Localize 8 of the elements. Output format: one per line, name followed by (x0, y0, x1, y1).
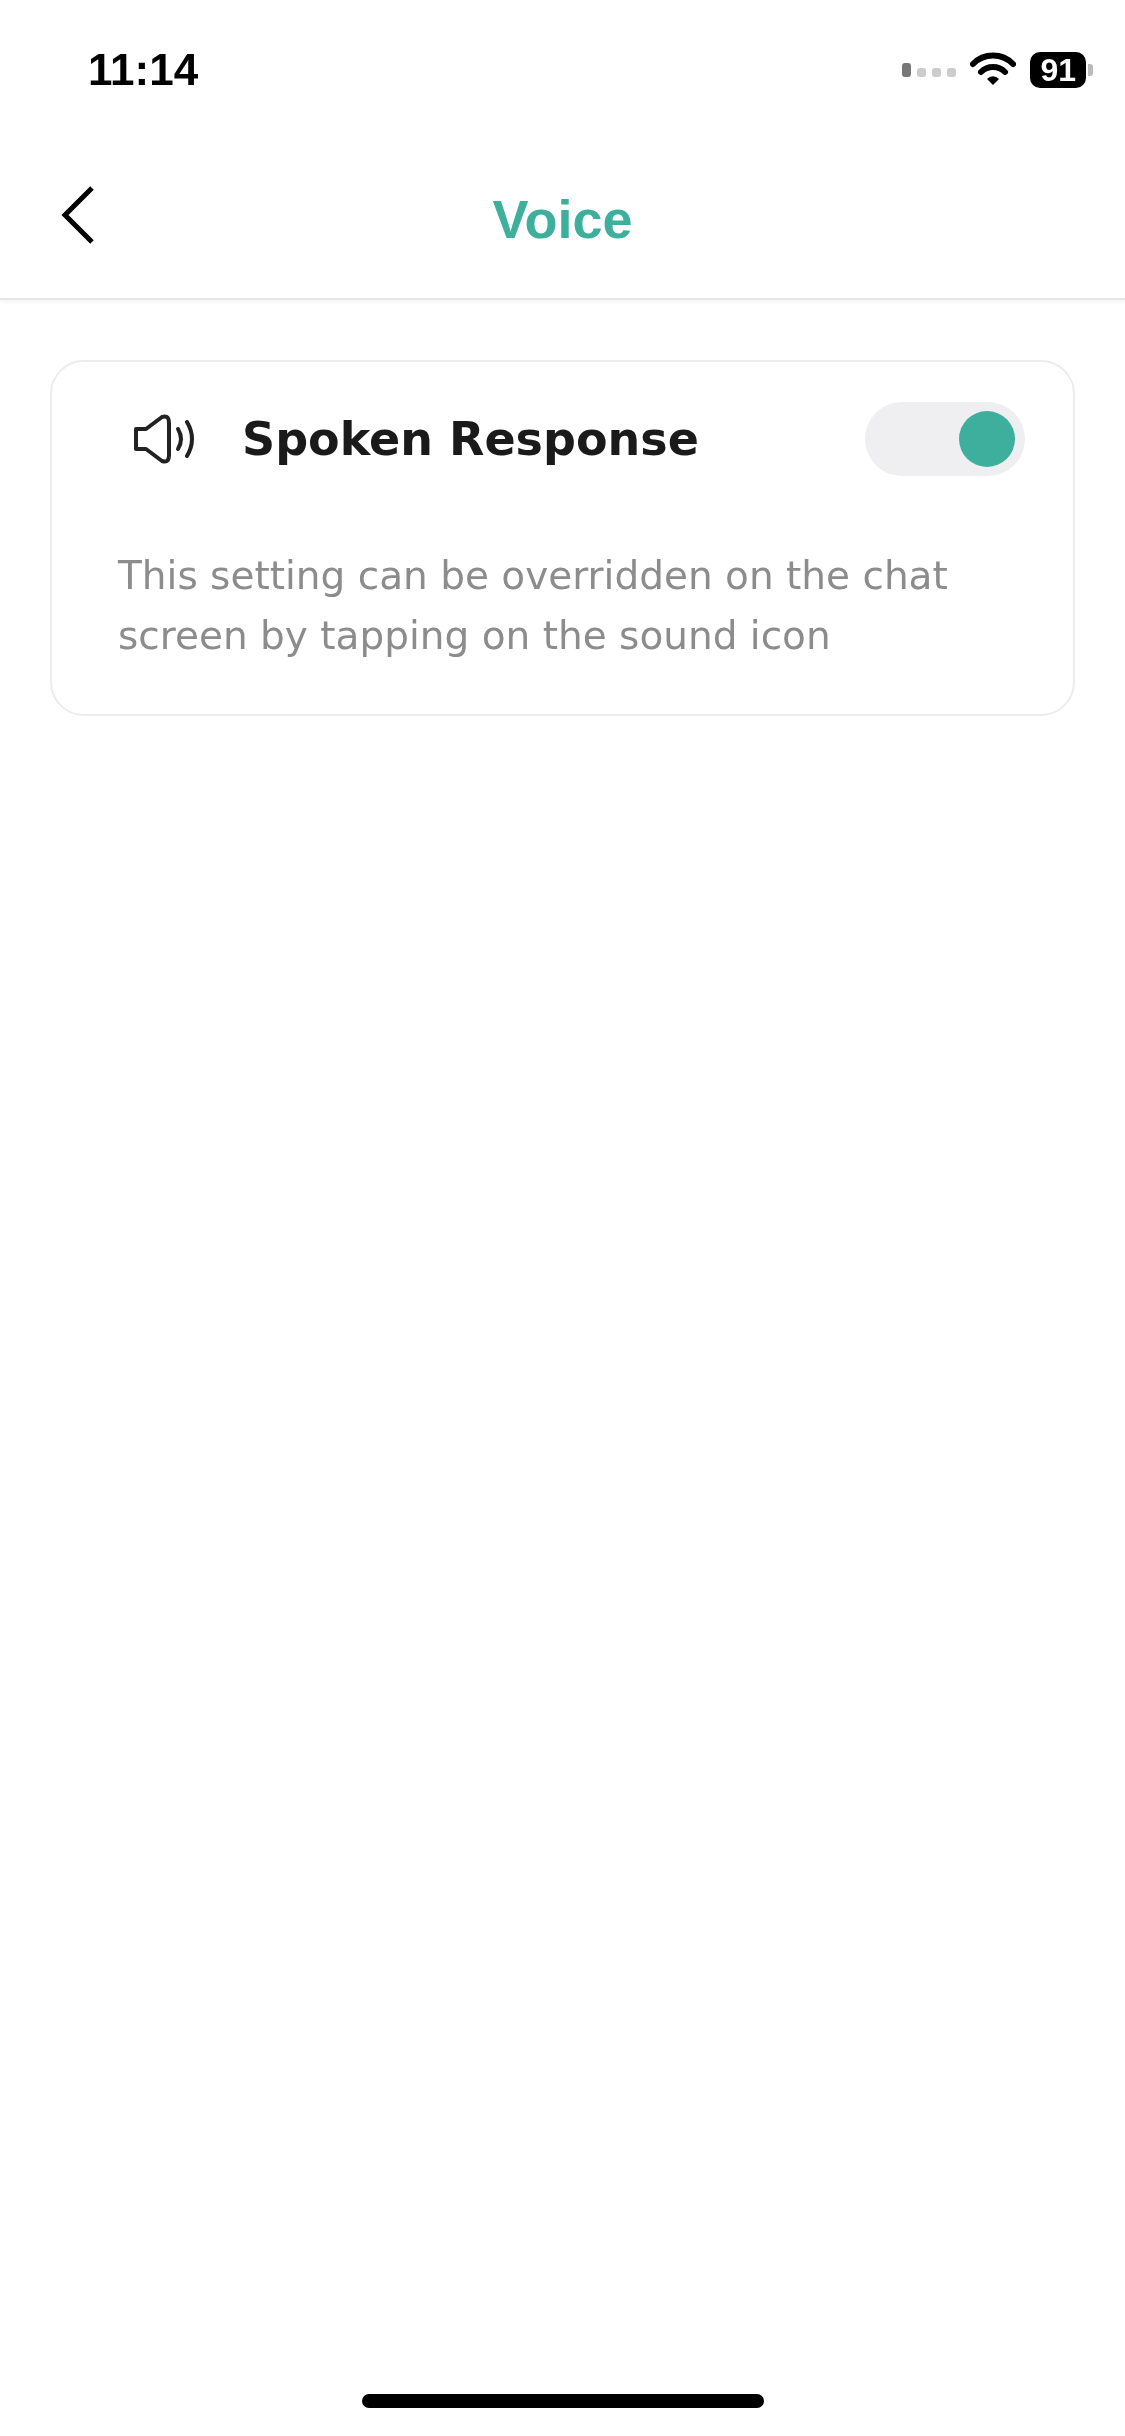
status-time: 11:14 (88, 45, 199, 95)
setting-label: Spoken Response (242, 412, 700, 466)
wifi-icon (970, 52, 1017, 88)
page-title: Voice (492, 188, 633, 250)
back-button[interactable] (60, 185, 96, 245)
signal-icon (902, 62, 957, 78)
setting-description: This setting can be overridden on the chat screen by tapping on the sound icon (118, 552, 949, 660)
back-icon (60, 185, 96, 245)
